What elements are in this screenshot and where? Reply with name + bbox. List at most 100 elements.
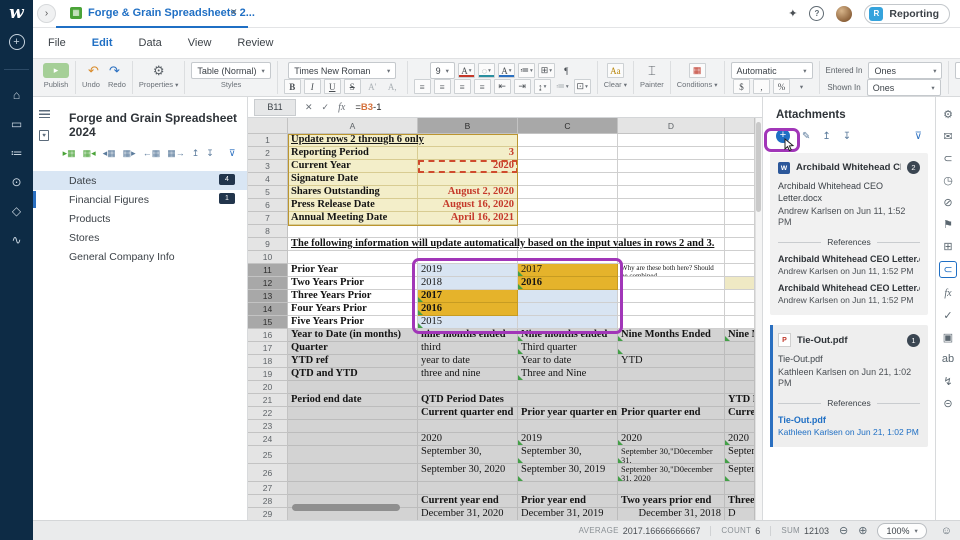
cell-A27[interactable] (288, 482, 418, 495)
cell-B5[interactable]: August 2, 2020 (418, 186, 518, 199)
cell-C29[interactable]: December 31, 2019 (518, 508, 618, 520)
cell-C17[interactable]: Third quarter (518, 342, 618, 355)
cell-B11[interactable]: 2019 (418, 264, 518, 277)
location-pin-icon[interactable]: ⊙ (8, 174, 26, 190)
ai-sparkle-icon[interactable]: ✦ (788, 7, 797, 20)
settings-gear-icon[interactable]: ⚙ (940, 107, 956, 121)
cell-D18[interactable]: YTD (618, 355, 725, 368)
indent-increase-button[interactable]: ⇥ (513, 79, 531, 94)
cell-D24[interactable]: 2020 (618, 433, 725, 446)
table-properties-icon[interactable]: ⊞ (940, 239, 956, 253)
insert-function-icon[interactable]: fx (338, 102, 345, 113)
row-header-24[interactable]: 24 (248, 433, 288, 446)
cell-E29[interactable]: D (725, 508, 755, 520)
user-avatar[interactable] (836, 5, 853, 22)
cell-B23[interactable] (418, 420, 518, 433)
cell-B24[interactable]: 2020 (418, 433, 518, 446)
cell-D25[interactable]: September 30,"D0ecember 31, (618, 446, 725, 464)
menu-item-review[interactable]: Review (237, 37, 273, 49)
help-icon[interactable]: ? (809, 6, 825, 21)
column-header-A[interactable]: A (288, 118, 418, 134)
percent-button[interactable]: % (773, 79, 791, 94)
cell-C24[interactable]: 2019 (518, 433, 618, 446)
cell-C5[interactable] (518, 186, 618, 199)
cell-B21[interactable]: QTD Period Dates (418, 394, 518, 407)
move-sheet-right-icon[interactable]: ▦▸ (123, 148, 136, 159)
saved-views-icon[interactable]: ♥ (39, 130, 49, 141)
cell-A26[interactable] (288, 464, 418, 482)
attachments-panel-active-icon[interactable]: ⊂ (939, 261, 957, 278)
cell-C27[interactable] (518, 482, 618, 495)
sheet-item-dates[interactable]: Dates 4 (33, 171, 247, 190)
row-header-16[interactable]: 16 (248, 329, 288, 342)
zoom-out-icon[interactable]: ⊖ (839, 524, 848, 537)
reference-link[interactable]: Archibald Whitehead CEO Letter.d... (778, 283, 920, 293)
cell-E16[interactable]: Nine Mont (725, 329, 755, 342)
underline-button[interactable]: U (323, 79, 341, 94)
align-right-button[interactable]: ≡ (453, 79, 471, 94)
row-header-27[interactable]: 27 (248, 482, 288, 495)
filter-sheets-icon[interactable]: ⊽ (229, 148, 236, 159)
cell-A9[interactable]: The following information will update au… (288, 238, 714, 251)
cell-A1[interactable]: Update rows 2 through 6 only (288, 134, 424, 147)
cell-B25[interactable]: September 30, (418, 446, 518, 464)
cell-A11[interactable]: Prior Year (288, 264, 418, 277)
files-folder-icon[interactable]: ▭ (8, 116, 26, 132)
cell-D13[interactable] (618, 290, 725, 303)
column-header-B[interactable]: B (418, 118, 518, 134)
row-header-10[interactable]: 10 (248, 251, 288, 264)
move-sheet-left-icon[interactable]: ◂▦ (103, 148, 116, 159)
data-cube-icon[interactable]: ◇ (8, 203, 26, 219)
cell-A8[interactable] (288, 225, 418, 238)
cell-C12[interactable]: 2016 (518, 277, 618, 290)
cell-D17[interactable] (618, 342, 725, 355)
cell-B7[interactable]: April 16, 2021 (418, 212, 518, 225)
cell-A3[interactable]: Current Year (288, 160, 418, 173)
cell-A23[interactable] (288, 420, 418, 433)
zoom-level-dropdown[interactable]: 100% ▾ (877, 522, 927, 539)
cell-B12[interactable]: 2018 (418, 277, 518, 290)
sheet-item-stores[interactable]: Stores (33, 228, 247, 247)
row-header-6[interactable]: 6 (248, 199, 288, 212)
cell-A19[interactable]: QTD and YTD (288, 368, 418, 381)
cell-D1[interactable] (618, 134, 725, 147)
cell-D15[interactable] (618, 316, 725, 329)
cell-C14[interactable] (518, 303, 618, 316)
vertical-scrollbar-thumb[interactable] (756, 122, 761, 212)
cell-E14[interactable] (725, 303, 755, 316)
cell-D14[interactable] (618, 303, 725, 316)
text-color-button[interactable]: A ▾ (457, 63, 475, 78)
cell-D21[interactable] (618, 394, 725, 407)
cell-B14[interactable]: 2016 (418, 303, 518, 316)
cell-B10[interactable] (418, 251, 518, 264)
cell-E12[interactable] (725, 277, 755, 290)
cell-B16[interactable]: nine months ended (418, 329, 518, 342)
format-painter-icon[interactable]: ⌶ (648, 63, 656, 79)
attachment-card-0[interactable]: w Archibald Whitehead CE... 2 Archibald Whi… (770, 153, 928, 315)
row-header-7[interactable]: 7 (248, 212, 288, 225)
cell-D6[interactable] (618, 199, 725, 212)
insert-sheet-right-icon[interactable]: ▦◂ (83, 148, 96, 159)
workflow-icon[interactable]: ∿ (8, 232, 26, 248)
cell-E23[interactable] (725, 420, 755, 433)
row-header-28[interactable]: 28 (248, 495, 288, 508)
filter-attachments-icon[interactable]: ⊽ (915, 131, 922, 142)
indent-decrease-button[interactable]: ⇤ (493, 79, 511, 94)
cell-E3[interactable] (725, 160, 755, 173)
cell-D26[interactable]: September 30,"D0ecember 31, 2020 (618, 464, 725, 482)
cancel-entry-icon[interactable]: ✕ (305, 102, 313, 113)
formula-input[interactable]: =B3-1 (355, 102, 381, 113)
row-header-19[interactable]: 19 (248, 368, 288, 381)
row-header-11[interactable]: 11 (248, 264, 288, 277)
menu-item-view[interactable]: View (188, 37, 212, 49)
quick-actions-bolt-icon[interactable]: ↯ (940, 374, 956, 388)
cell-D23[interactable] (618, 420, 725, 433)
cell-A15[interactable]: Five Years Prior (288, 316, 418, 329)
align-left-button[interactable]: ≡ (413, 79, 431, 94)
cell-A12[interactable]: Two Years Prior (288, 277, 418, 290)
cell-B15[interactable]: 2015 (418, 316, 518, 329)
cell-E5[interactable] (725, 186, 755, 199)
cell-B22[interactable]: Current quarter end (418, 407, 518, 420)
row-header-15[interactable]: 15 (248, 316, 288, 329)
row-header-8[interactable]: 8 (248, 225, 288, 238)
